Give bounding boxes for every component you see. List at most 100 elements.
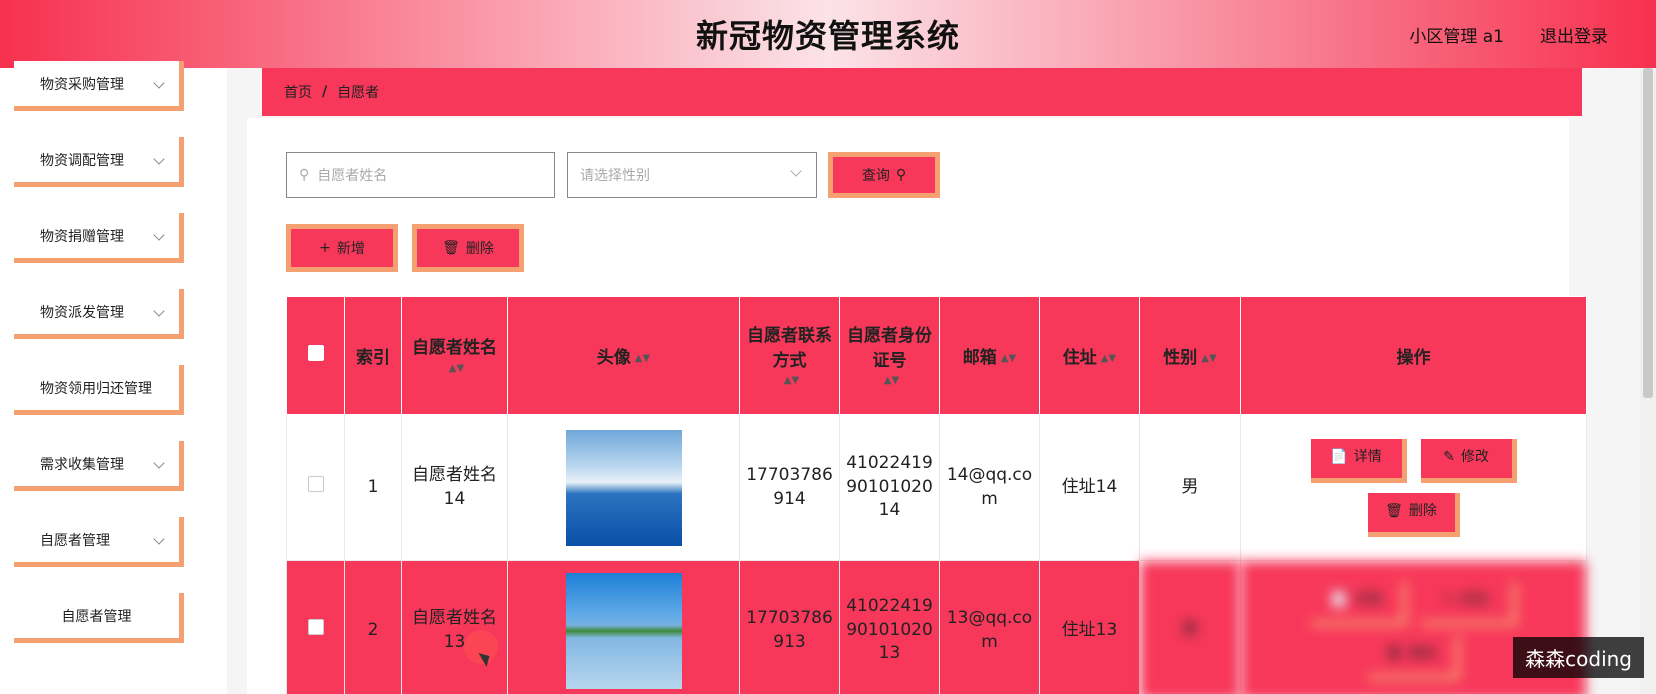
pencil-icon: ✎ [1443, 592, 1455, 609]
col-header-name[interactable]: 自愿者姓名▲▼ [401, 296, 508, 415]
sort-icon[interactable]: ▲▼ [1101, 353, 1116, 364]
logout-link[interactable]: 退出登录 [1540, 22, 1608, 47]
col-header-phone[interactable]: 自愿者联系方式 ▲▼ [739, 296, 840, 415]
col-header-actions: 操作 [1240, 296, 1587, 415]
sort-icon[interactable]: ▲▼ [1201, 353, 1216, 364]
row-name: 自愿者姓名13 [401, 560, 508, 694]
pencil-icon: ✎ [1443, 449, 1455, 466]
sidebar-item-label: 物资捐赠管理 [40, 228, 124, 245]
add-button-label: 新增 [336, 241, 365, 257]
row-actions-cell: 📄 详情 ✎ 修改 🗑 删除 [1240, 414, 1587, 561]
row-idno: 410224199010102013 [839, 560, 940, 694]
chevron-down-icon [153, 229, 165, 241]
sidebar-item-allocation[interactable]: 物资调配管理 [14, 137, 184, 187]
query-button[interactable]: 查询 ⚲ [828, 152, 940, 198]
sidebar-item-label: 物资调配管理 [40, 152, 124, 169]
sidebar-item-label: 物资领用归还管理 [40, 380, 152, 397]
top-header: 新冠物资管理系统 小区管理 a1 退出登录 [0, 0, 1656, 68]
select-all-cell [286, 296, 345, 415]
row-avatar-cell [507, 414, 740, 561]
row-actions: 📄 详情 ✎ 修改 🗑 删除 [1294, 438, 1534, 537]
sidebar-subitem-volunteers[interactable]: 自愿者管理 [14, 593, 184, 643]
trash-icon: 🗑 [1385, 646, 1403, 663]
table-header-row: 索引 自愿者姓名▲▼ 头像 ▲▼ 自愿者联系方式 ▲▼ 自愿者身份证号 ▲▼ 邮箱 ▲▼… [286, 296, 1587, 415]
row-avatar-cell [507, 560, 740, 694]
sidebar-item-distribution[interactable]: 物资派发管理 [14, 289, 184, 339]
row-select-cell [286, 414, 345, 561]
query-button-label: 查询 [861, 168, 890, 184]
row-checkbox[interactable] [307, 618, 324, 635]
sidebar-item-label: 需求收集管理 [40, 456, 124, 473]
sidebar-item-label: 物资采购管理 [40, 76, 124, 93]
page-scrollbar-thumb[interactable] [1643, 68, 1653, 398]
breadcrumb-separator: / [322, 84, 328, 100]
batch-delete-button-label: 删除 [465, 241, 494, 257]
document-icon: 📄 [1330, 592, 1348, 609]
gender-select[interactable]: 请选择性别 [567, 152, 817, 198]
row-index: 1 [344, 414, 402, 561]
name-search-placeholder: 自愿者姓名 [317, 168, 388, 184]
col-header-email[interactable]: 邮箱 ▲▼ [939, 296, 1040, 415]
sidebar-item-label: 物资派发管理 [40, 304, 124, 321]
col-header-gender[interactable]: 性别 ▲▼ [1139, 296, 1241, 415]
sidebar-item-borrow-return[interactable]: 物资领用归还管理 [14, 365, 184, 415]
avatar-image[interactable] [565, 572, 682, 689]
sidebar-item-demand[interactable]: 需求收集管理 [14, 441, 184, 491]
row-phone: 17703786913 [739, 560, 840, 694]
row-email: 13@qq.com [939, 560, 1040, 694]
row-address: 住址13 [1039, 560, 1140, 694]
table-row: 2 自愿者姓名13 17703786913 410224199010102013… [286, 560, 1587, 694]
chevron-down-icon [153, 533, 165, 545]
row-checkbox[interactable] [307, 475, 324, 492]
row-gender: 男 [1139, 560, 1241, 694]
row-gender: 男 [1139, 414, 1241, 561]
breadcrumb-current: 自愿者 [337, 85, 380, 101]
row-email: 14@qq.com [939, 414, 1040, 561]
name-search-input[interactable]: ⚲ 自愿者姓名 [286, 152, 555, 198]
edit-button[interactable]: ✎ 修改 [1420, 438, 1517, 483]
sidebar-item-label: 自愿者管理 [61, 608, 132, 625]
row-actions: 📄 详情 ✎ 修改 🗑 删除 [1294, 581, 1534, 680]
batch-delete-button[interactable]: 🗑 删除 [412, 224, 524, 272]
trash-icon: 🗑 [442, 240, 460, 256]
row-address: 住址14 [1039, 414, 1140, 561]
sidebar-item-volunteers[interactable]: 自愿者管理 [14, 517, 184, 567]
select-all-checkbox[interactable] [307, 345, 324, 361]
breadcrumb-home[interactable]: 首页 [284, 82, 312, 102]
row-name: 自愿者姓名14 [401, 414, 508, 561]
edit-button[interactable]: ✎ 修改 [1420, 581, 1517, 626]
app-title: 新冠物资管理系统 [695, 17, 960, 55]
delete-button[interactable]: 🗑 删除 [1367, 492, 1460, 537]
watermark: 森森coding [1513, 637, 1644, 678]
trash-icon: 🗑 [1385, 503, 1403, 520]
sort-icon[interactable]: ▲▼ [1001, 353, 1016, 364]
breadcrumb: 首页 / 自愿者 [262, 68, 1582, 116]
sort-icon[interactable]: ▲▼ [784, 375, 799, 386]
row-phone: 17703786914 [739, 414, 840, 561]
table-row: 1 自愿者姓名14 17703786914 410224199010102014… [286, 414, 1587, 561]
col-header-address[interactable]: 住址 ▲▼ [1039, 296, 1140, 415]
avatar-image[interactable] [565, 429, 682, 546]
chevron-down-icon [153, 153, 165, 165]
sort-icon[interactable]: ▲▼ [635, 353, 650, 364]
col-header-idno[interactable]: 自愿者身份证号 ▲▼ [839, 296, 940, 415]
col-header-avatar[interactable]: 头像 ▲▼ [507, 296, 740, 415]
col-header-index: 索引 [344, 296, 402, 415]
sidebar-item-purchase[interactable]: 物资采购管理 [14, 61, 184, 111]
plus-icon: + [319, 240, 331, 256]
detail-button[interactable]: 📄 详情 [1310, 581, 1407, 626]
chevron-down-icon [790, 165, 802, 177]
sidebar-item-donation[interactable]: 物资捐赠管理 [14, 213, 184, 263]
sidebar-item-label: 自愿者管理 [40, 532, 110, 549]
sort-icon[interactable]: ▲▼ [449, 363, 464, 374]
add-button[interactable]: + 新增 [286, 224, 398, 272]
page-scrollbar[interactable] [1640, 68, 1656, 694]
sort-icon[interactable]: ▲▼ [884, 375, 899, 386]
chevron-down-icon [153, 77, 165, 89]
row-idno: 410224199010102014 [839, 414, 940, 561]
gender-select-placeholder: 请选择性别 [580, 168, 650, 184]
document-icon: 📄 [1330, 449, 1348, 466]
row-select-cell [286, 560, 345, 694]
detail-button[interactable]: 📄 详情 [1310, 438, 1407, 483]
delete-button[interactable]: 🗑 删除 [1367, 635, 1460, 680]
